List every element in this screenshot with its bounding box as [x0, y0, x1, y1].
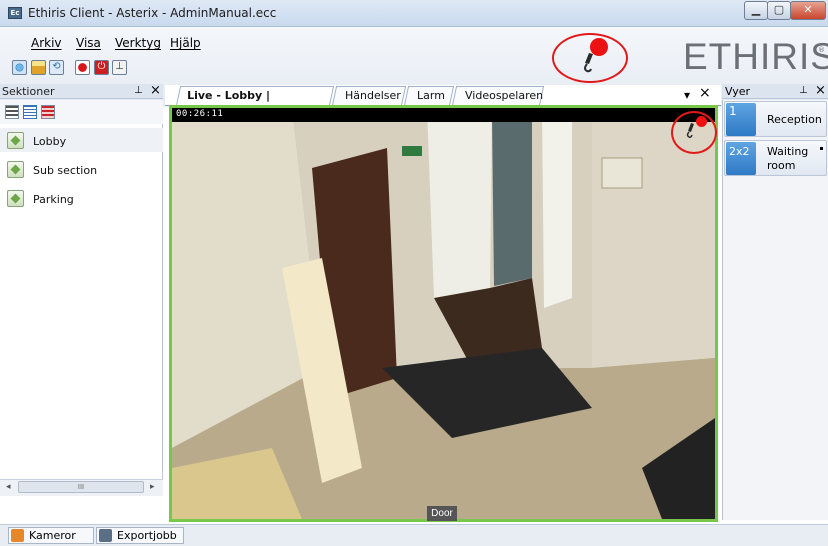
window-title: Ethiris Client - Asterix - AdminManual.e…	[28, 6, 277, 20]
views-close-icon[interactable]: ×	[815, 83, 826, 98]
power-toolbar-icon[interactable]: ⏻	[94, 60, 109, 75]
ethiris-logo: ETHIRIS	[683, 36, 828, 77]
views-pin-icon[interactable]: ⊥	[799, 85, 808, 96]
record-toolbar-icon[interactable]	[75, 60, 90, 75]
view-item-waiting-room[interactable]: 2x2 Waiting room	[724, 140, 827, 176]
tabs-dropdown-icon[interactable]: ▾	[684, 88, 690, 102]
menu-verktyg[interactable]: Verktyg	[115, 36, 161, 50]
scroll-right-icon[interactable]: ▸	[150, 482, 155, 492]
views-panel-title: Vyer	[725, 85, 751, 98]
tabs-close-icon[interactable]: ×	[699, 85, 711, 101]
tab-live[interactable]: Live - Lobby | Reception	[175, 86, 335, 120]
export-icon	[99, 529, 112, 542]
section-item-parking[interactable]: Parking	[0, 186, 163, 210]
bottom-tab-exportjobb[interactable]: Exportjobb	[96, 527, 184, 544]
tab-larm[interactable]: Larm	[403, 86, 455, 106]
camera-icon	[11, 529, 24, 542]
view-label: Reception	[767, 113, 822, 126]
single-view-icon: 1	[726, 103, 756, 136]
video-view[interactable]	[169, 105, 718, 522]
section-label: Sub section	[33, 164, 98, 177]
camera-image	[172, 108, 715, 519]
view-marker	[820, 147, 823, 150]
menu-hjalp[interactable]: Hjälp	[170, 36, 201, 50]
sections-close-icon[interactable]: ×	[150, 83, 161, 98]
sections-pin-icon[interactable]: ⊥	[134, 85, 143, 96]
scroll-thumb[interactable]: III	[18, 481, 144, 493]
tab-videospelaren[interactable]: Videospelaren	[451, 86, 545, 106]
section-icon	[7, 132, 24, 149]
video-overlay-bar	[172, 108, 715, 122]
maximize-button[interactable]: ▢	[767, 1, 791, 20]
record-indicator-icon	[590, 38, 608, 56]
folder-toolbar-icon[interactable]	[31, 60, 46, 75]
tab-handelser[interactable]: Händelser	[331, 86, 407, 106]
view-item-reception[interactable]: 1 Reception	[724, 101, 827, 137]
scroll-left-icon[interactable]: ◂	[6, 482, 11, 492]
video-record-indicator-icon	[696, 116, 707, 127]
minimize-button[interactable]: ▁	[744, 1, 768, 20]
logo-registered-mark: ®	[818, 46, 825, 54]
section-icon	[7, 161, 24, 178]
close-window-button[interactable]: ✕	[790, 1, 826, 20]
refresh-toolbar-icon[interactable]: ⟲	[49, 60, 64, 75]
detail-view-icon[interactable]	[41, 105, 55, 119]
section-label: Parking	[33, 193, 74, 206]
section-label: Lobby	[33, 135, 67, 148]
bottom-tab-kameror[interactable]: Kameror	[8, 527, 94, 544]
sections-panel-title: Sektioner	[2, 85, 55, 98]
export-toolbar-icon[interactable]: ⊥	[112, 60, 127, 75]
app-icon: Ec	[8, 7, 22, 19]
list-view-icon[interactable]	[23, 105, 37, 119]
view-label: Waiting room	[767, 145, 809, 172]
menu-visa[interactable]: Visa	[76, 36, 101, 50]
menu-arkiv[interactable]: Arkiv	[31, 36, 62, 50]
camera-name-label: Door	[427, 506, 457, 521]
grid-view-icon: 2x2	[726, 142, 756, 175]
section-item-lobby[interactable]: Lobby	[0, 128, 163, 152]
tree-view-icon[interactable]	[5, 105, 19, 119]
camera-toolbar-icon[interactable]	[12, 60, 27, 75]
section-icon	[7, 190, 24, 207]
video-timestamp: 00:26:11	[176, 109, 224, 119]
section-item-sub-section[interactable]: Sub section	[0, 157, 163, 181]
